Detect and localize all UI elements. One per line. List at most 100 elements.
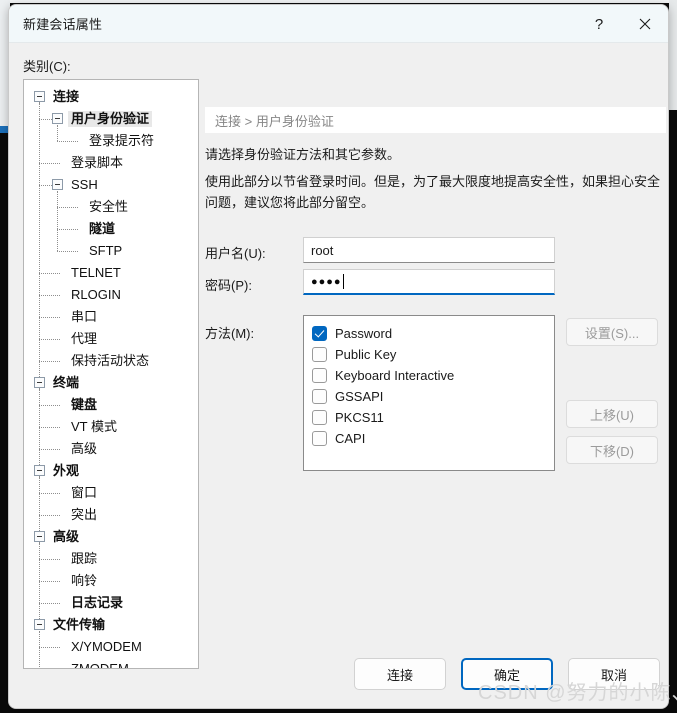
desktop-top-edge xyxy=(0,0,677,3)
tree-expander-collapse-icon[interactable] xyxy=(52,113,63,124)
tree-expander-collapse-icon[interactable] xyxy=(34,91,45,102)
tree-guide-line xyxy=(57,251,78,252)
tree-guide-line xyxy=(39,427,60,428)
tree-item-label: 文件传输 xyxy=(53,617,106,632)
close-icon[interactable] xyxy=(622,5,668,43)
tree-guide-line xyxy=(39,295,60,296)
password-mask: ●●●● xyxy=(311,275,342,288)
tree-item-2[interactable]: 登录提示符 xyxy=(24,130,198,152)
tree-guide-line xyxy=(39,273,60,274)
tree-guide-line xyxy=(39,559,60,560)
auth-method-label: Password xyxy=(335,326,393,341)
tree-guide-line xyxy=(39,103,40,361)
tree-guide-line xyxy=(39,317,60,318)
checkbox-unchecked-icon[interactable] xyxy=(312,368,327,383)
desktop-right-strip xyxy=(669,0,677,110)
auth-method-label: Keyboard Interactive xyxy=(335,368,455,383)
tree-item-label: 外观 xyxy=(53,463,80,478)
tree-item-label: SSH xyxy=(71,177,98,192)
tree-guide-line xyxy=(57,141,78,142)
move-down-button[interactable]: 下移(D) xyxy=(566,436,658,464)
tree-item-label: 键盘 xyxy=(71,397,98,412)
tree-item-label: VT 模式 xyxy=(71,419,117,434)
auth-method-row[interactable]: GSSAPI xyxy=(312,386,554,407)
tree-guide-line xyxy=(39,631,40,668)
tree-guide-line xyxy=(39,119,52,120)
titlebar-buttons: ? xyxy=(576,5,668,43)
connect-button[interactable]: 连接 xyxy=(354,658,446,690)
tree-item-label: 保持活动状态 xyxy=(71,353,150,368)
tree-expander-collapse-icon[interactable] xyxy=(34,619,45,630)
tree-item-20[interactable]: 高级 xyxy=(24,526,198,548)
password-input[interactable]: ●●●● xyxy=(303,269,555,295)
description-line-2: 使用此部分以节省登录时间。但是，为了最大限度地提高安全性，如果担心安全问题，建议… xyxy=(205,174,661,210)
auth-method-label: GSSAPI xyxy=(335,389,384,404)
tree-guide-line xyxy=(39,389,40,449)
tree-item-label: SFTP xyxy=(89,243,123,258)
tree-item-label: 串口 xyxy=(71,309,98,324)
tree-item-7[interactable]: SFTP xyxy=(24,240,198,262)
tree-expander-collapse-icon[interactable] xyxy=(52,179,63,190)
text-caret xyxy=(342,274,344,289)
auth-method-row[interactable]: Public Key xyxy=(312,344,554,365)
tree-item-5[interactable]: 安全性 xyxy=(24,196,198,218)
tree-item-label: 窗口 xyxy=(71,485,98,500)
tree-item-label: 代理 xyxy=(71,331,98,346)
tree-guide-line xyxy=(57,125,58,141)
tree-guide-line xyxy=(39,361,60,362)
tree-expander-collapse-icon[interactable] xyxy=(34,531,45,542)
tree-item-label: 隧道 xyxy=(89,221,116,236)
tree-guide-line xyxy=(39,185,52,186)
auth-method-row[interactable]: PKCS11 xyxy=(312,407,554,428)
tree-item-label: 安全性 xyxy=(89,199,129,214)
move-up-button[interactable]: 上移(U) xyxy=(566,400,658,428)
checkbox-unchecked-icon[interactable] xyxy=(312,389,327,404)
tree-guide-line xyxy=(57,229,78,230)
tree-item-6[interactable]: 隧道 xyxy=(24,218,198,240)
tree-item-label: RLOGIN xyxy=(71,287,121,302)
tree-guide-line xyxy=(39,603,60,604)
checkbox-unchecked-icon[interactable] xyxy=(312,410,327,425)
help-icon[interactable]: ? xyxy=(576,5,622,43)
tree-guide-line xyxy=(39,581,60,582)
description-line-1: 请选择身份验证方法和其它参数。 xyxy=(205,147,401,162)
tree-guide-line xyxy=(39,449,60,450)
tree-item-label: 响铃 xyxy=(71,573,98,588)
auth-method-row[interactable]: Keyboard Interactive xyxy=(312,365,554,386)
screen: 新建会话属性 ? 类别(C): 连接 用户身份验证 登录提示符 登录脚本 SSH 安全性隧… xyxy=(0,0,677,713)
cancel-button[interactable]: 取消 xyxy=(568,658,660,690)
tree-guide-line xyxy=(39,647,60,648)
ok-button[interactable]: 确定 xyxy=(461,658,553,690)
tree-guide-line xyxy=(39,543,40,603)
auth-methods-list[interactable]: Password Public Key Keyboard Interactive GS… xyxy=(303,315,555,471)
category-tree: 连接用户身份验证登录提示符登录脚本 SSH 安全性隧道 SFTP TELNET RLOGI… xyxy=(24,80,198,669)
tree-item-label: 登录提示符 xyxy=(89,133,155,148)
settings-button[interactable]: 设置(S)... xyxy=(566,318,658,346)
checkbox-checked-icon[interactable] xyxy=(312,326,327,341)
tree-item-label: 登录脚本 xyxy=(71,155,124,170)
breadcrumb: 连接 > 用户身份验证 xyxy=(205,107,666,133)
tree-item-13[interactable]: 终端 xyxy=(24,372,198,394)
tree-item-label: 跟踪 xyxy=(71,551,98,566)
tree-item-label: ZMODEM xyxy=(71,661,129,669)
category-tree-panel[interactable]: 连接用户身份验证登录提示符登录脚本 SSH 安全性隧道 SFTP TELNET RLOGI… xyxy=(23,79,199,669)
tree-guide-line xyxy=(57,191,58,251)
tree-item-17[interactable]: 外观 xyxy=(24,460,198,482)
session-properties-dialog: 新建会话属性 ? 类别(C): 连接 用户身份验证 登录提示符 登录脚本 SSH 安全性隧… xyxy=(8,4,669,709)
tree-item-label: 用户身份验证 xyxy=(68,111,153,127)
checkbox-unchecked-icon[interactable] xyxy=(312,347,327,362)
auth-method-row[interactable]: Password xyxy=(312,323,554,344)
checkbox-unchecked-icon[interactable] xyxy=(312,431,327,446)
auth-method-label: Public Key xyxy=(335,347,397,362)
password-label: 密码(P): xyxy=(205,278,252,293)
tree-expander-collapse-icon[interactable] xyxy=(34,377,45,388)
auth-method-row[interactable]: CAPI xyxy=(312,428,554,449)
auth-method-label: PKCS11 xyxy=(335,410,384,425)
tree-item-label: TELNET xyxy=(71,265,121,280)
tree-expander-collapse-icon[interactable] xyxy=(34,465,45,476)
username-input[interactable]: root xyxy=(303,237,555,263)
tree-item-0[interactable]: 连接 xyxy=(24,86,198,108)
username-label: 用户名(U): xyxy=(205,246,266,261)
tree-item-label: 高级 xyxy=(71,441,98,456)
tree-item-24[interactable]: 文件传输 xyxy=(24,614,198,636)
